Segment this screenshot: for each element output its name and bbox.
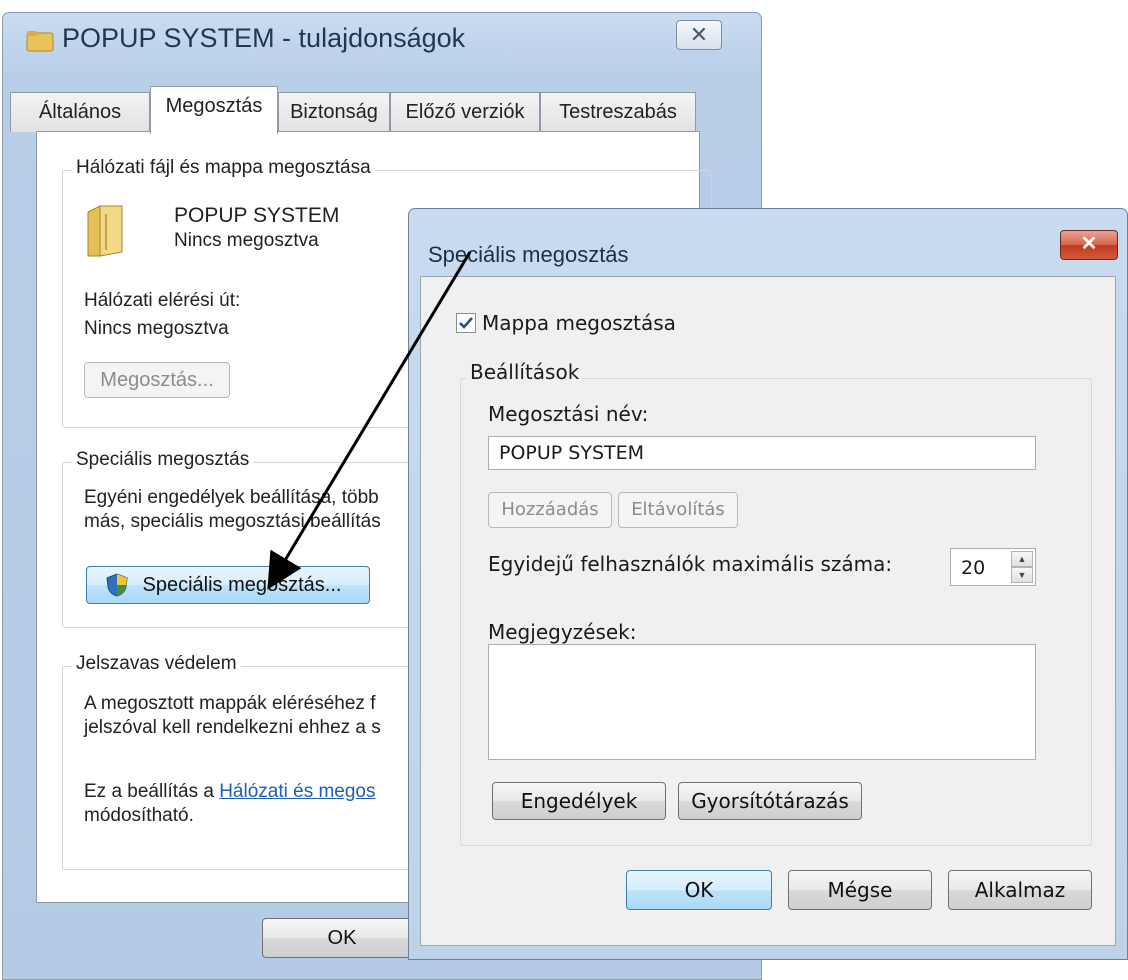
folder-icon [87, 205, 123, 257]
tab-general[interactable]: Általános [10, 92, 150, 132]
network-path-value: Nincs megosztva [84, 318, 229, 339]
advanced-share-button-label: Speciális megosztás... [142, 574, 342, 596]
tab-sharing[interactable]: Megosztás [150, 86, 278, 134]
close-icon[interactable]: ✕ [1060, 230, 1118, 260]
comments-textarea[interactable] [488, 644, 1036, 760]
password-setting-suffix: módosítható. [84, 805, 194, 826]
max-users-value: 20 [961, 557, 986, 579]
permissions-button[interactable]: Engedélyek [492, 782, 666, 820]
dialog-title: Speciális megosztás [428, 242, 629, 267]
group-legend: Jelszavas védelem [72, 653, 241, 675]
tab-security[interactable]: Biztonság [278, 92, 390, 132]
close-icon[interactable]: ✕ [676, 20, 722, 50]
folder-name: POPUP SYSTEM [174, 204, 340, 227]
max-users-label: Egyidejű felhasználók maximális száma: [488, 552, 893, 576]
ok-button[interactable]: OK [262, 918, 422, 958]
group-legend: Hálózati fájl és mappa megosztása [72, 157, 375, 179]
share-name-value: POPUP SYSTEM [499, 442, 645, 464]
network-path-label: Hálózati elérési út: [84, 290, 241, 311]
settings-legend: Beállítások [466, 360, 584, 384]
share-folder-checkbox[interactable] [456, 313, 476, 333]
password-description: jelszóval kell rendelkezni ehhez a s [84, 717, 381, 738]
tab-customize[interactable]: Testreszabás [540, 92, 696, 132]
caching-button[interactable]: Gyorsítótárazás [678, 782, 862, 820]
folder-icon [26, 31, 54, 52]
comments-label: Megjegyzések: [488, 620, 637, 644]
advanced-share-description: Egyéni engedélyek beállítása, több [84, 487, 379, 508]
folder-share-status: Nincs megosztva [174, 230, 319, 251]
password-description: A megosztott mappák eléréséhez f [84, 693, 376, 714]
add-button[interactable]: Hozzáadás [488, 492, 612, 528]
network-sharing-center-link[interactable]: Hálózati és megos [219, 781, 375, 802]
share-button[interactable]: Megosztás... [84, 362, 230, 398]
tab-previous-versions[interactable]: Előző verziók [390, 92, 540, 132]
cancel-button[interactable]: Mégse [788, 870, 932, 910]
checkmark-icon [459, 317, 473, 329]
group-legend: Speciális megosztás [72, 449, 254, 471]
share-name-label: Megosztási név: [488, 402, 649, 426]
advanced-share-description: más, speciális megosztási beállítás [84, 511, 381, 532]
decrement-arrow-icon[interactable]: ▼ [1011, 567, 1033, 583]
ok-button[interactable]: OK [626, 870, 772, 910]
remove-button[interactable]: Eltávolítás [618, 492, 738, 528]
password-setting-prefix: Ez a beállítás a [84, 781, 220, 802]
share-name-input[interactable]: POPUP SYSTEM [488, 436, 1036, 470]
password-setting-text: Ez a beállítás a Hálózati és megos [84, 781, 376, 803]
max-users-stepper[interactable]: 20 ▲ ▼ [950, 548, 1036, 586]
uac-shield-icon [106, 573, 128, 597]
share-folder-label: Mappa megosztása [482, 311, 676, 335]
apply-button[interactable]: Alkalmaz [948, 870, 1092, 910]
increment-arrow-icon[interactable]: ▲ [1011, 551, 1033, 567]
window-title: POPUP SYSTEM - tulajdonságok [62, 23, 466, 53]
